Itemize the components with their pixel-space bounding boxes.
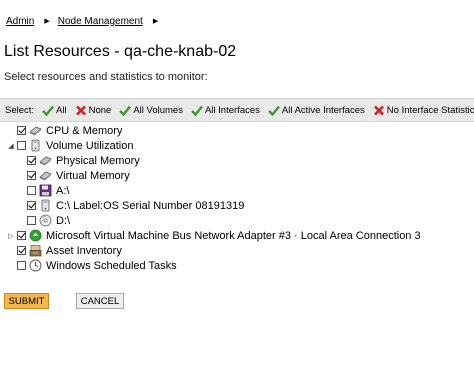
disk-volume-icon bbox=[31, 139, 40, 152]
drive-c-label: C:\ Label:OS Serial Number 08191319 bbox=[56, 199, 245, 212]
select-all-interfaces-link[interactable]: All Interfaces bbox=[191, 105, 260, 116]
network-adapter-label: Microsoft Virtual Machine Bus Network Ad… bbox=[46, 229, 421, 242]
green-check-icon bbox=[42, 105, 54, 116]
cancel-button[interactable]: CANCEL bbox=[76, 293, 124, 309]
submit-button[interactable]: SUBMIT bbox=[4, 293, 49, 309]
select-all-volumes-label: All Volumes bbox=[133, 104, 183, 116]
green-check-icon bbox=[268, 105, 280, 116]
inventory-icon bbox=[29, 245, 42, 257]
select-toolbar: Select: All None All Volumes All Interfa… bbox=[0, 98, 474, 122]
select-all-label: All bbox=[56, 104, 67, 116]
scheduled-tasks-checkbox[interactable] bbox=[17, 261, 26, 270]
select-all-interfaces-label: All Interfaces bbox=[204, 104, 260, 116]
volume-utilization-label: Volume Utilization bbox=[46, 139, 134, 152]
physical-memory-label: Physical Memory bbox=[56, 154, 140, 167]
drive-a-checkbox[interactable] bbox=[27, 186, 36, 195]
tree-item-drive-a: A:\ bbox=[27, 183, 69, 198]
cpu-memory-checkbox[interactable] bbox=[17, 126, 26, 135]
no-interface-statistics-link[interactable]: No Interface Statistics bbox=[373, 105, 474, 116]
floppy-disk-icon bbox=[39, 184, 52, 197]
expand-arrow-icon[interactable]: ▷ bbox=[7, 232, 15, 240]
select-all-volumes-link[interactable]: All Volumes bbox=[119, 105, 183, 116]
tree-item-network-adapter: ▷ Microsoft Virtual Machine Bus Network … bbox=[7, 228, 421, 243]
red-x-icon bbox=[75, 105, 86, 115]
tree-item-asset-inventory: Asset Inventory bbox=[17, 243, 122, 258]
collapse-arrow-icon[interactable]: ◢ bbox=[7, 142, 15, 150]
drive-d-label: D:\ bbox=[56, 214, 71, 227]
drive-c-checkbox[interactable] bbox=[27, 201, 36, 210]
page-title: List Resources - qa-che-knab-02 bbox=[4, 43, 237, 60]
memory-chip-icon bbox=[39, 171, 52, 181]
select-none-label: None bbox=[88, 104, 112, 116]
tree-item-drive-c: C:\ Label:OS Serial Number 08191319 bbox=[27, 198, 244, 213]
cd-drive-icon bbox=[39, 214, 52, 227]
red-x-icon bbox=[373, 105, 384, 115]
select-none-link[interactable]: None bbox=[75, 104, 112, 116]
status-up-icon bbox=[29, 229, 42, 242]
memory-chip-icon bbox=[39, 156, 52, 166]
select-all-active-interfaces-link[interactable]: All Active Interfaces bbox=[268, 105, 365, 116]
breadcrumb-admin-link[interactable]: Admin bbox=[6, 16, 34, 27]
clock-icon bbox=[29, 259, 42, 272]
select-all-active-interfaces-label: All Active Interfaces bbox=[281, 104, 365, 116]
disk-volume-icon bbox=[41, 199, 50, 212]
volume-utilization-checkbox[interactable] bbox=[17, 141, 26, 150]
tree-item-physical-memory: Physical Memory bbox=[27, 153, 140, 168]
breadcrumb-arrow-icon: ▶ bbox=[152, 18, 159, 25]
drive-a-label: A:\ bbox=[56, 184, 70, 197]
asset-inventory-label: Asset Inventory bbox=[46, 244, 122, 257]
drive-d-checkbox[interactable] bbox=[27, 216, 36, 225]
physical-memory-checkbox[interactable] bbox=[27, 156, 36, 165]
virtual-memory-label: Virtual Memory bbox=[56, 169, 130, 182]
scheduled-tasks-label: Windows Scheduled Tasks bbox=[46, 259, 177, 272]
breadcrumb: Admin ▶ Node Management ▶ bbox=[6, 14, 166, 28]
green-check-icon bbox=[191, 105, 203, 116]
select-label: Select: bbox=[5, 104, 35, 116]
select-all-link[interactable]: All bbox=[42, 105, 67, 116]
breadcrumb-arrow-icon: ▶ bbox=[44, 18, 50, 25]
tree-item-volume-utilization: ◢ Volume Utilization bbox=[7, 138, 133, 153]
asset-inventory-checkbox[interactable] bbox=[17, 246, 26, 255]
no-interface-statistics-label: No Interface Statistics bbox=[386, 104, 474, 116]
tree-item-virtual-memory: Virtual Memory bbox=[27, 168, 130, 183]
green-check-icon bbox=[119, 105, 132, 116]
memory-chip-icon bbox=[29, 126, 42, 136]
cpu-memory-label: CPU & Memory bbox=[46, 124, 123, 137]
tree-item-scheduled-tasks: Windows Scheduled Tasks bbox=[17, 258, 177, 273]
tree-item-cpu-memory: CPU & Memory bbox=[17, 123, 122, 138]
tree-item-drive-d: D:\ bbox=[27, 213, 70, 228]
virtual-memory-checkbox[interactable] bbox=[27, 171, 36, 180]
page-subtitle: Select resources and statistics to monit… bbox=[4, 71, 208, 83]
breadcrumb-node-management-link[interactable]: Node Management bbox=[58, 16, 143, 27]
network-adapter-checkbox[interactable] bbox=[17, 231, 26, 240]
